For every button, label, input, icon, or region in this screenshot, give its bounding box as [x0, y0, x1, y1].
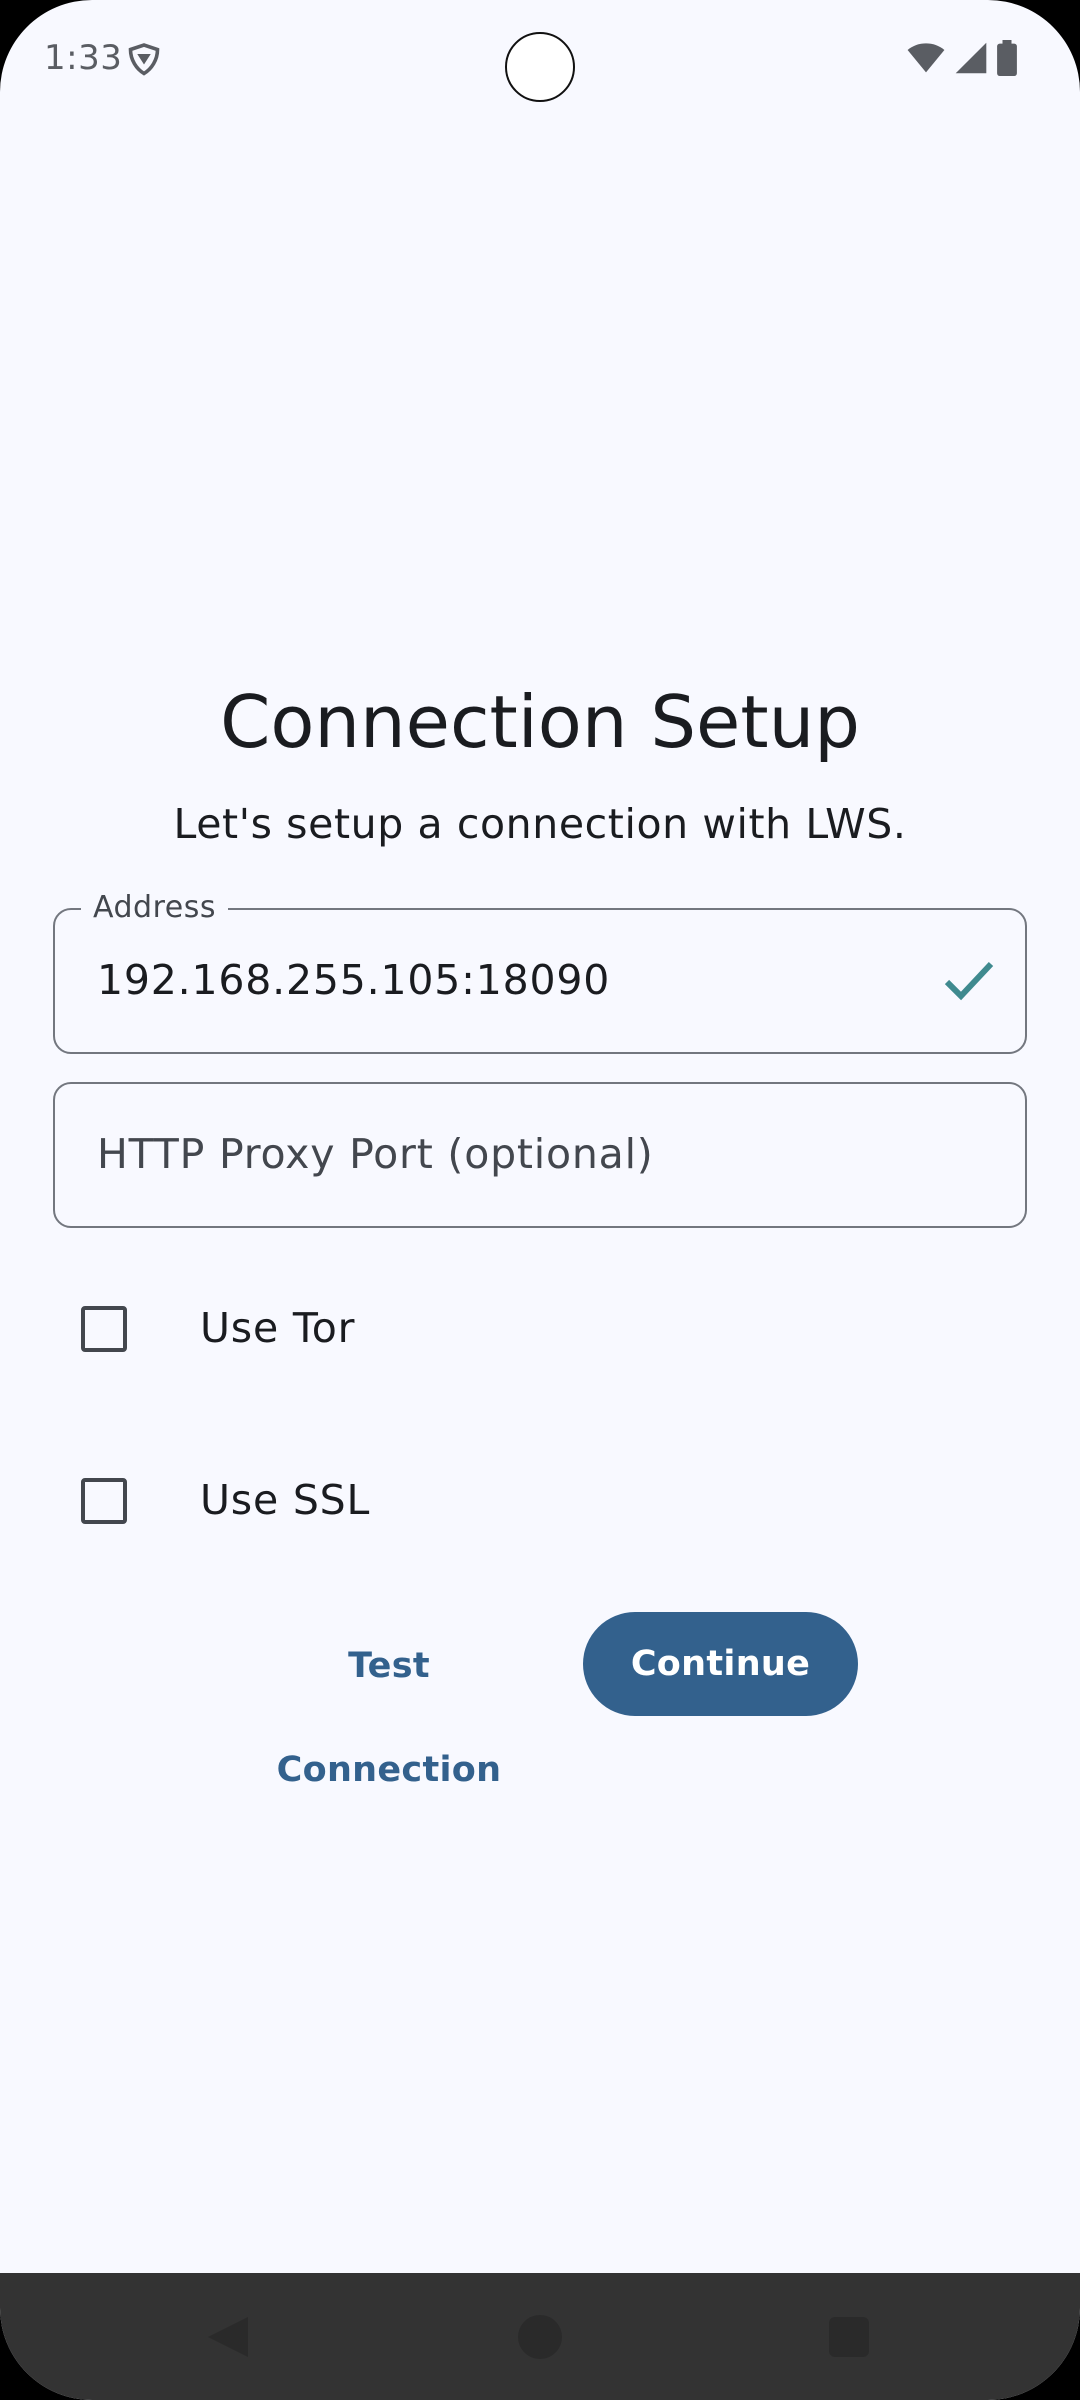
- use-tor-row[interactable]: Use Tor: [53, 1268, 1027, 1388]
- status-time: 1:33: [44, 38, 123, 78]
- proxy-port-field[interactable]: HTTP Proxy Port (optional): [53, 1082, 1027, 1228]
- proxy-port-placeholder[interactable]: HTTP Proxy Port (optional): [97, 1084, 654, 1225]
- address-input-value[interactable]: 192.168.255.105:18090: [97, 910, 610, 1051]
- back-icon[interactable]: [204, 2313, 252, 2361]
- battery-icon: [996, 40, 1018, 80]
- check-icon: [944, 961, 994, 1001]
- app-screen: 1:33 Connection Setup Let's setup a conn…: [0, 0, 1080, 2400]
- signal-icon: [954, 41, 988, 79]
- status-bar: 1:33: [0, 0, 1080, 120]
- page-title: Connection Setup: [220, 680, 860, 764]
- continue-button[interactable]: Continue: [583, 1612, 858, 1716]
- use-tor-checkbox[interactable]: [81, 1306, 127, 1352]
- vpn-shield-icon: [128, 43, 160, 76]
- use-ssl-checkbox[interactable]: [81, 1478, 127, 1524]
- camera-cutout: [505, 32, 575, 102]
- use-ssl-row[interactable]: Use SSL: [53, 1440, 1027, 1560]
- wifi-icon: [906, 42, 946, 78]
- address-field[interactable]: Address 192.168.255.105:18090: [53, 890, 1027, 1054]
- test-connection-button[interactable]: Test Connection: [232, 1614, 546, 1790]
- navigation-bar: [0, 2273, 1080, 2400]
- use-ssl-label: Use SSL: [200, 1476, 371, 1524]
- recents-icon[interactable]: [829, 2317, 869, 2357]
- use-tor-label: Use Tor: [200, 1304, 356, 1352]
- page-subtitle: Let's setup a connection with LWS.: [173, 800, 907, 848]
- home-icon[interactable]: [518, 2315, 562, 2359]
- status-icons: [898, 40, 1018, 80]
